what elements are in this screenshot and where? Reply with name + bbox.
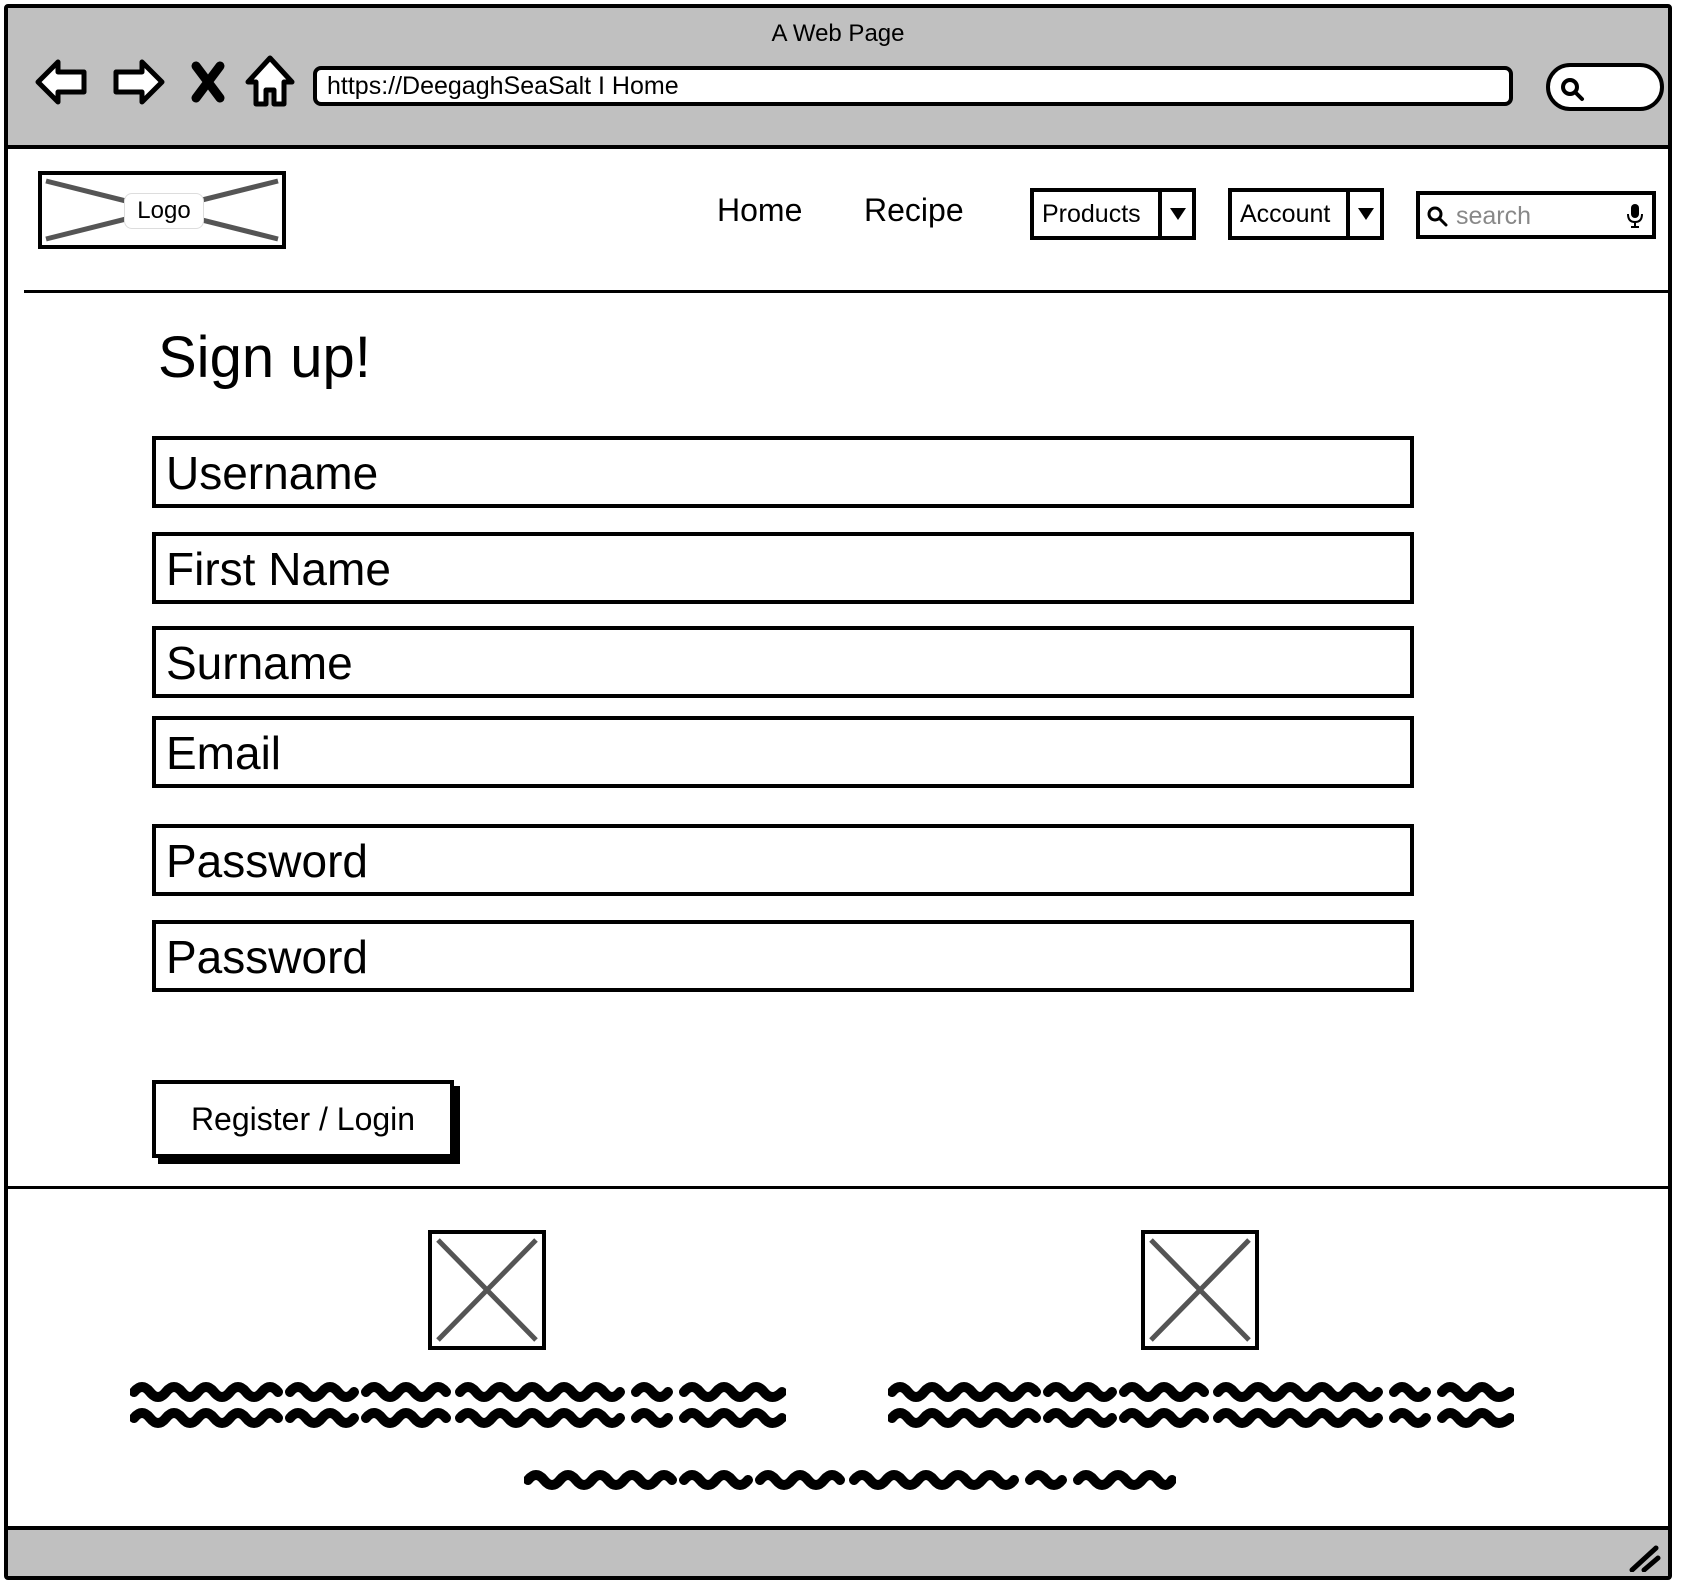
account-dropdown-label: Account xyxy=(1240,200,1331,228)
status-bar xyxy=(8,1526,1668,1576)
account-dropdown[interactable]: Account xyxy=(1228,188,1384,240)
footer-divider xyxy=(8,1186,1668,1189)
logo[interactable]: Logo xyxy=(38,171,286,249)
close-icon[interactable] xyxy=(184,52,234,112)
username-field[interactable] xyxy=(152,436,1414,508)
microphone-icon[interactable] xyxy=(1626,203,1644,229)
username-input[interactable] xyxy=(164,446,1368,500)
image-placeholder-icon xyxy=(428,1230,546,1350)
forward-arrow-icon[interactable] xyxy=(108,52,168,112)
email-field[interactable] xyxy=(152,716,1414,788)
browser-window: A Web Page https://DeegaghSeaSalt I Home… xyxy=(4,4,1672,1580)
logo-label: Logo xyxy=(124,193,204,229)
window-title: A Web Page xyxy=(771,20,905,47)
register-login-button[interactable]: Register / Login xyxy=(152,1080,454,1158)
chevron-down-icon[interactable] xyxy=(1158,192,1192,236)
first-name-field[interactable] xyxy=(152,532,1414,604)
resize-handle-icon[interactable] xyxy=(1626,1542,1662,1572)
products-dropdown[interactable]: Products xyxy=(1030,188,1196,240)
surname-input[interactable] xyxy=(164,636,1368,690)
products-dropdown-label: Products xyxy=(1042,200,1141,228)
address-bar[interactable]: https://DeegaghSeaSalt I Home xyxy=(313,66,1513,106)
placeholder-text-scribble xyxy=(887,1378,1515,1434)
confirm-password-input[interactable] xyxy=(164,930,1368,984)
password-field[interactable] xyxy=(152,824,1414,896)
back-arrow-icon[interactable] xyxy=(32,52,92,112)
placeholder-text-scribble xyxy=(129,1378,787,1434)
search-input[interactable] xyxy=(1454,199,1618,233)
email-input[interactable] xyxy=(164,726,1368,780)
browser-toolbar: A Web Page https://DeegaghSeaSalt I Home xyxy=(8,8,1668,149)
search-icon xyxy=(1427,206,1448,227)
nav-home[interactable]: Home xyxy=(717,192,802,229)
home-icon[interactable] xyxy=(240,52,300,112)
password-input[interactable] xyxy=(164,834,1368,888)
first-name-input[interactable] xyxy=(164,542,1368,596)
confirm-password-field[interactable] xyxy=(152,920,1414,992)
browser-search-box[interactable] xyxy=(1546,63,1664,111)
page-title: Sign up! xyxy=(158,325,371,390)
surname-field[interactable] xyxy=(152,626,1414,698)
site-search[interactable] xyxy=(1416,191,1656,239)
header-divider xyxy=(24,290,1670,293)
chevron-down-icon[interactable] xyxy=(1346,192,1380,236)
image-placeholder-icon xyxy=(1141,1230,1259,1350)
placeholder-text-scribble xyxy=(523,1464,1177,1494)
nav-recipe[interactable]: Recipe xyxy=(864,192,964,229)
search-icon xyxy=(1561,78,1584,101)
